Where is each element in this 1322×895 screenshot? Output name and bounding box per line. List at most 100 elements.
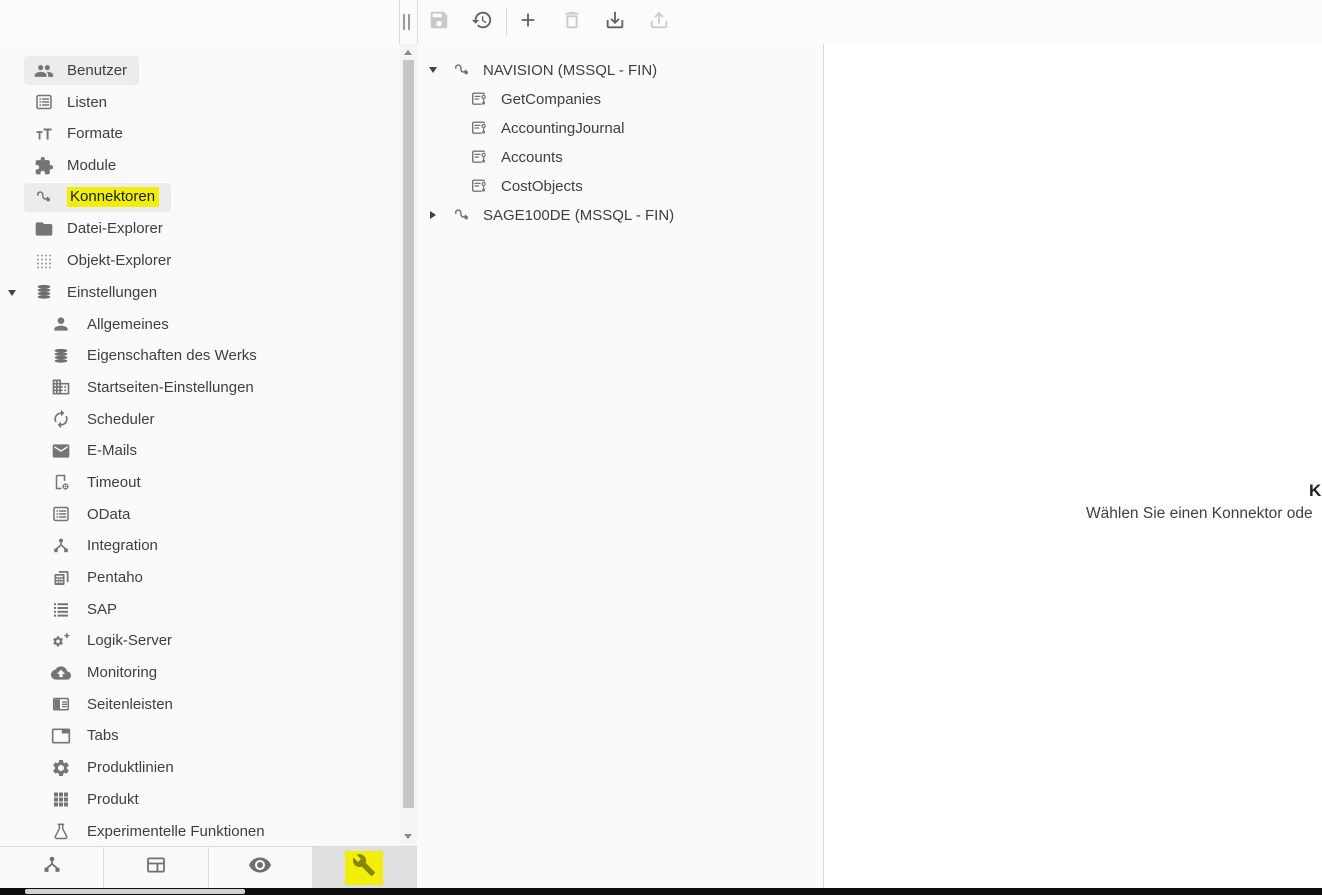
layout-icon	[145, 854, 167, 881]
add-button[interactable]	[517, 11, 539, 33]
tree-item-navision[interactable]: NAVISION (MSSQL - FIN)	[429, 57, 823, 83]
app-window: Benutzer Listen Formate Module Konnektor…	[0, 0, 1322, 895]
sidebar-item-einstellungen[interactable]: Einstellungen	[24, 278, 169, 307]
scrollbar-thumb[interactable]	[403, 60, 414, 808]
sidebar-nav: Benutzer Listen Formate Module Konnektor…	[0, 44, 400, 846]
plus-icon	[517, 9, 539, 36]
sidebar-item-label: Startseiten-Einstellungen	[87, 379, 254, 396]
tree-item-label: Accounts	[501, 149, 563, 166]
sidebar-item-eigenschaften-des-werks[interactable]: Eigenschaften des Werks	[41, 341, 269, 370]
query-icon	[470, 147, 490, 167]
tree-item-getcompanies[interactable]: GetCompanies	[470, 86, 823, 112]
trash-icon	[561, 9, 583, 36]
chevron-expanded-icon[interactable]	[429, 67, 437, 73]
document-gear-icon	[51, 472, 71, 492]
tab-admin[interactable]	[313, 847, 417, 888]
sync-icon	[51, 409, 71, 429]
tab-layout[interactable]	[104, 847, 208, 888]
sidebar-item-label: Monitoring	[87, 664, 157, 681]
sidebar-item-objekt-explorer[interactable]: Objekt-Explorer	[24, 246, 183, 275]
bottom-tab-bar	[0, 846, 417, 888]
sidebar-item-label: Timeout	[87, 474, 141, 491]
delete-button[interactable]	[561, 11, 583, 33]
chevron-collapsed-icon[interactable]	[430, 211, 436, 219]
sidebar-item-label: Benutzer	[67, 62, 127, 79]
tree-item-label: NAVISION (MSSQL - FIN)	[483, 62, 657, 79]
download-button[interactable]	[604, 11, 626, 33]
sidebar-item-allgemeines[interactable]: Allgemeines	[41, 310, 181, 339]
scroll-up-icon[interactable]	[404, 50, 412, 55]
empty-state-hint: Wählen Sie einen Konnektor ode	[1086, 505, 1313, 523]
detail-panel	[824, 44, 1322, 888]
sidebar-item-logik-server[interactable]: Logik-Server	[41, 626, 184, 655]
settings-sidebar: Benutzer Listen Formate Module Konnektor…	[0, 44, 400, 846]
sidebar-item-label: Module	[67, 157, 116, 174]
connector-tree-panel: NAVISION (MSSQL - FIN) GetCompanies Acco…	[417, 44, 824, 888]
scrollbar-thumb[interactable]	[25, 889, 245, 894]
sidebar-layout-icon	[51, 694, 71, 714]
connector-icon	[34, 187, 54, 207]
download-icon	[604, 9, 626, 36]
sidebar-item-produktlinien[interactable]: Produktlinien	[41, 753, 186, 782]
sidebar-item-odata[interactable]: OData	[41, 500, 142, 529]
list-icon	[51, 504, 71, 524]
save-button[interactable]	[428, 11, 450, 33]
tree-item-accountingjournal[interactable]: AccountingJournal	[470, 115, 823, 141]
tree-item-costobjects[interactable]: CostObjects	[470, 173, 823, 199]
sidebar-item-tabs[interactable]: Tabs	[41, 721, 131, 750]
sidebar-item-seitenleisten[interactable]: Seitenleisten	[41, 690, 185, 719]
divider	[506, 8, 507, 36]
sidebar-item-listen[interactable]: Listen	[24, 88, 119, 117]
sidebar-item-label: Formate	[67, 125, 123, 142]
scroll-down-icon[interactable]	[404, 834, 412, 839]
sidebar-item-label: Logik-Server	[87, 632, 172, 649]
sidebar-item-label: SAP	[87, 601, 117, 618]
tree-item-sage100de[interactable]: SAGE100DE (MSSQL - FIN)	[429, 202, 823, 228]
list-icon	[34, 92, 54, 112]
sidebar-item-scheduler[interactable]: Scheduler	[41, 405, 167, 434]
upload-button[interactable]	[648, 11, 670, 33]
divider	[417, 0, 418, 44]
sidebar-item-timeout[interactable]: Timeout	[41, 468, 153, 497]
sidebar-item-label: Seitenleisten	[87, 696, 173, 713]
tab-icon	[51, 726, 71, 746]
rows-icon	[51, 599, 71, 619]
text-format-icon	[34, 124, 54, 144]
users-icon	[34, 61, 54, 81]
tab-preview[interactable]	[209, 847, 313, 888]
sidebar-item-experimentelle-funktionen[interactable]: Experimentelle Funktionen	[41, 817, 277, 846]
history-button[interactable]	[471, 11, 493, 33]
sidebar-item-monitoring[interactable]: Monitoring	[41, 658, 169, 687]
sidebar-item-produkt[interactable]: Produkt	[41, 785, 151, 814]
sidebar-item-module[interactable]: Module	[24, 151, 128, 180]
query-icon	[470, 89, 490, 109]
tree-item-accounts[interactable]: Accounts	[470, 144, 823, 170]
chevron-expanded-icon[interactable]	[8, 290, 16, 296]
sidebar-item-e-mails[interactable]: E-Mails	[41, 436, 149, 465]
query-icon	[470, 176, 490, 196]
sidebar-item-formate[interactable]: Formate	[24, 119, 135, 148]
database-icon	[51, 346, 71, 366]
sidebar-item-konnektoren[interactable]: Konnektoren	[24, 183, 171, 212]
sidebar-item-pentaho[interactable]: Pentaho	[41, 563, 155, 592]
sidebar-item-integration[interactable]: Integration	[41, 531, 170, 560]
sidebar-item-label: Tabs	[87, 727, 119, 744]
sidebar-item-label: Experimentelle Funktionen	[87, 823, 265, 840]
connector-icon	[452, 205, 472, 225]
dots-grid-icon	[34, 251, 54, 271]
sidebar-item-label: Produktlinien	[87, 759, 174, 776]
sidebar-scrollbar[interactable]	[400, 44, 417, 846]
cloud-upload-icon	[51, 663, 71, 683]
horizontal-scrollbar[interactable]	[0, 888, 1322, 895]
sidebar-item-label: Pentaho	[87, 569, 143, 586]
sidebar-item-label: E-Mails	[87, 442, 137, 459]
tree-item-label: GetCompanies	[501, 91, 601, 108]
tab-integration[interactable]	[0, 847, 104, 888]
connector-icon	[452, 60, 472, 80]
sidebar-item-startseiten-einstellungen[interactable]: Startseiten-Einstellungen	[41, 373, 266, 402]
sidebar-item-sap[interactable]: SAP	[41, 595, 129, 624]
sidebar-item-label: Datei-Explorer	[67, 220, 163, 237]
splitter-drag-handle[interactable]	[403, 14, 413, 30]
sidebar-item-datei-explorer[interactable]: Datei-Explorer	[24, 214, 175, 243]
sidebar-item-benutzer[interactable]: Benutzer	[24, 56, 139, 85]
